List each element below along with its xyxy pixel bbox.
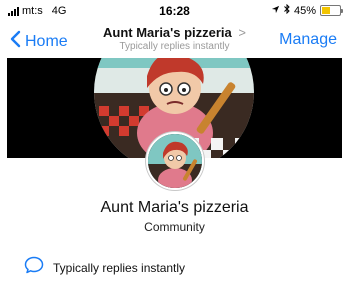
- status-bar: mt:s 4G 16:28 45%: [0, 0, 349, 22]
- profile-avatar[interactable]: [146, 132, 204, 190]
- nav-title-text: Aunt Maria's pizzeria: [102, 25, 232, 40]
- response-time-text: Typically replies instantly: [53, 260, 186, 275]
- nav-title: Aunt Maria's pizzeria >: [80, 25, 269, 40]
- status-right: 45%: [271, 3, 343, 17]
- response-time-row: Typically replies instantly: [24, 256, 185, 279]
- nav-bar: Home Aunt Maria's pizzeria > Typically r…: [0, 22, 349, 58]
- location-arrow-icon: [271, 5, 280, 17]
- avatar-illustration: [148, 134, 202, 188]
- bluetooth-icon: [284, 3, 290, 17]
- chevron-right-icon: >: [238, 25, 246, 40]
- nav-title-group[interactable]: Aunt Maria's pizzeria > Typically replie…: [80, 25, 269, 52]
- battery-icon: [320, 5, 343, 16]
- chevron-left-icon: [10, 30, 21, 53]
- chat-bubble-icon: [24, 256, 44, 279]
- manage-button[interactable]: Manage: [279, 31, 337, 49]
- page-name: Aunt Maria's pizzeria: [100, 199, 249, 216]
- battery-percent: 45%: [293, 4, 316, 17]
- page-category: Community: [144, 220, 205, 234]
- back-button[interactable]: Home: [10, 30, 68, 53]
- back-label: Home: [25, 32, 68, 50]
- nav-subtitle: Typically replies instantly: [119, 41, 230, 52]
